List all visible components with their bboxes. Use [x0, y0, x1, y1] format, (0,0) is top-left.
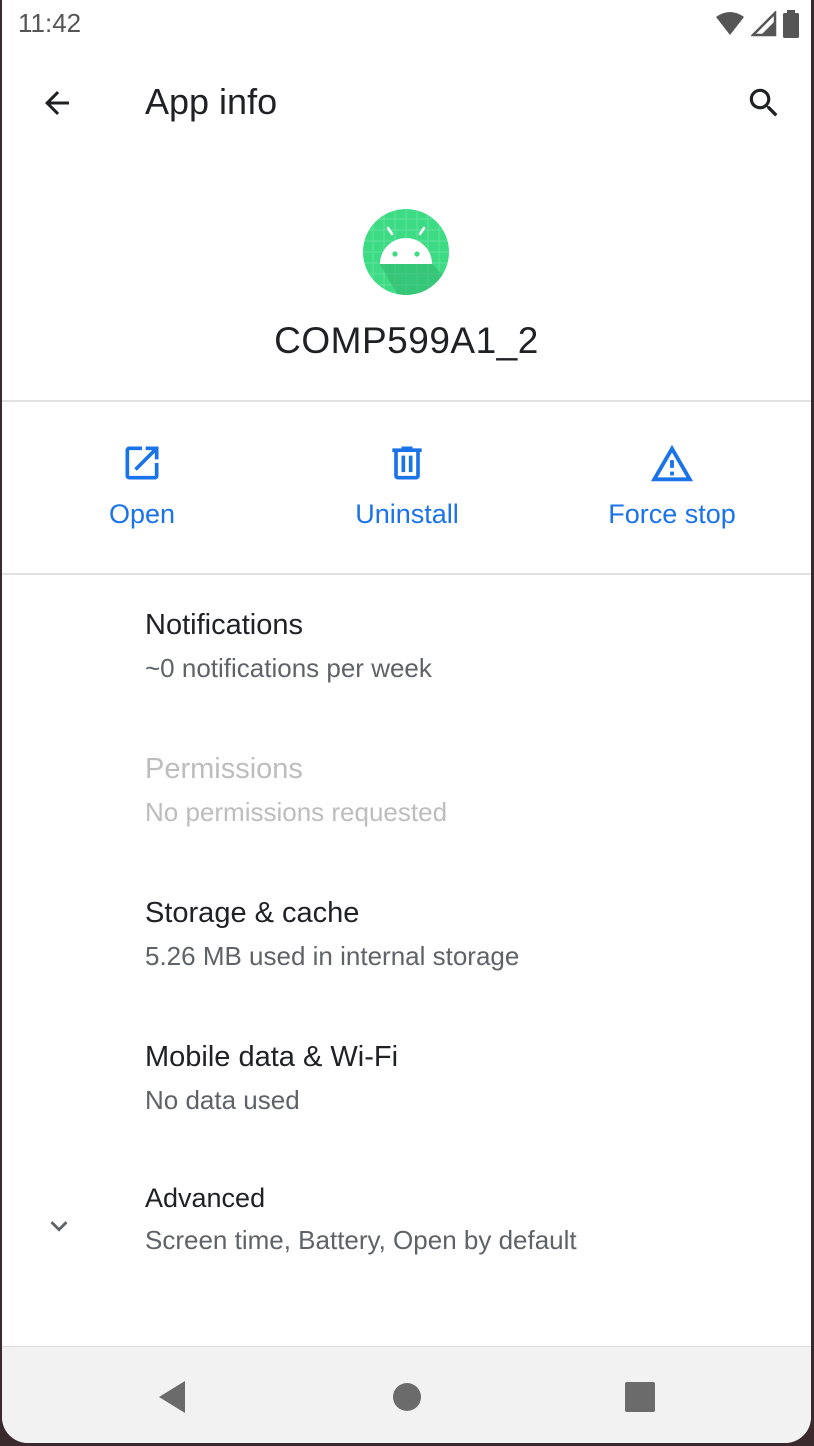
navigation-bar — [2, 1346, 811, 1443]
nav-back-icon — [159, 1381, 185, 1413]
uninstall-label: Uninstall — [355, 499, 459, 529]
divider — [2, 400, 811, 402]
app-header: COMP599A1_2 — [2, 158, 811, 401]
android-app-icon — [363, 209, 449, 295]
page-title: App info — [145, 81, 278, 122]
open-label: Open — [108, 499, 176, 529]
chevron-down-icon — [50, 1221, 68, 1232]
action-buttons: Open Uninstall Force stop — [2, 403, 811, 573]
pref-summary: 5.26 MB used in internal storage — [145, 941, 520, 971]
arrow-back-icon — [45, 91, 69, 115]
pref-title: Permissions — [145, 753, 303, 785]
nav-home-icon — [393, 1383, 421, 1411]
notifications-item[interactable]: Notifications ~0 notifications per week — [2, 575, 811, 719]
status-time: 11:42 — [18, 8, 82, 38]
pref-title: Mobile data & Wi-Fi — [145, 1041, 399, 1073]
pref-title: Storage & cache — [145, 897, 360, 929]
pref-title: Notifications — [145, 609, 303, 641]
storage-cache-item[interactable]: Storage & cache 5.26 MB used in internal… — [2, 863, 811, 1007]
open-button[interactable]: Open — [7, 403, 277, 573]
trash-icon — [392, 446, 422, 480]
open-in-new-icon — [125, 446, 159, 480]
wifi-icon — [716, 12, 744, 35]
app-name: COMP599A1_2 — [274, 320, 539, 361]
nav-back-button[interactable] — [150, 1375, 194, 1419]
force-stop-button[interactable]: Force stop — [537, 403, 807, 573]
permissions-item: Permissions No permissions requested — [2, 719, 811, 863]
pref-summary: Screen time, Battery, Open by default — [145, 1225, 577, 1255]
pref-summary: ~0 notifications per week — [145, 653, 432, 683]
pref-summary: No permissions requested — [145, 797, 448, 827]
app-info-screen: 11:42 App info COMP599A1_2 Open Uninstal… — [2, 0, 811, 1443]
battery-icon — [783, 10, 799, 38]
status-icons — [715, 10, 799, 38]
pref-title: Advanced — [145, 1183, 266, 1213]
advanced-item[interactable]: Advanced Screen time, Battery, Open by d… — [2, 1151, 811, 1295]
warning-icon — [650, 444, 694, 482]
nav-recents-icon — [625, 1382, 655, 1412]
nav-home-button[interactable] — [385, 1375, 429, 1419]
uninstall-button[interactable]: Uninstall — [272, 403, 542, 573]
back-button[interactable] — [32, 78, 82, 128]
pref-summary: No data used — [145, 1085, 300, 1115]
search-icon — [749, 88, 778, 117]
search-button[interactable] — [739, 78, 789, 128]
mobile-data-wifi-item[interactable]: Mobile data & Wi-Fi No data used — [2, 1007, 811, 1151]
cell-signal-icon — [751, 11, 777, 37]
app-bar: App info — [2, 48, 811, 158]
status-bar: 11:42 — [2, 0, 811, 48]
nav-recents-button[interactable] — [618, 1375, 662, 1419]
force-stop-label: Force stop — [608, 499, 736, 529]
